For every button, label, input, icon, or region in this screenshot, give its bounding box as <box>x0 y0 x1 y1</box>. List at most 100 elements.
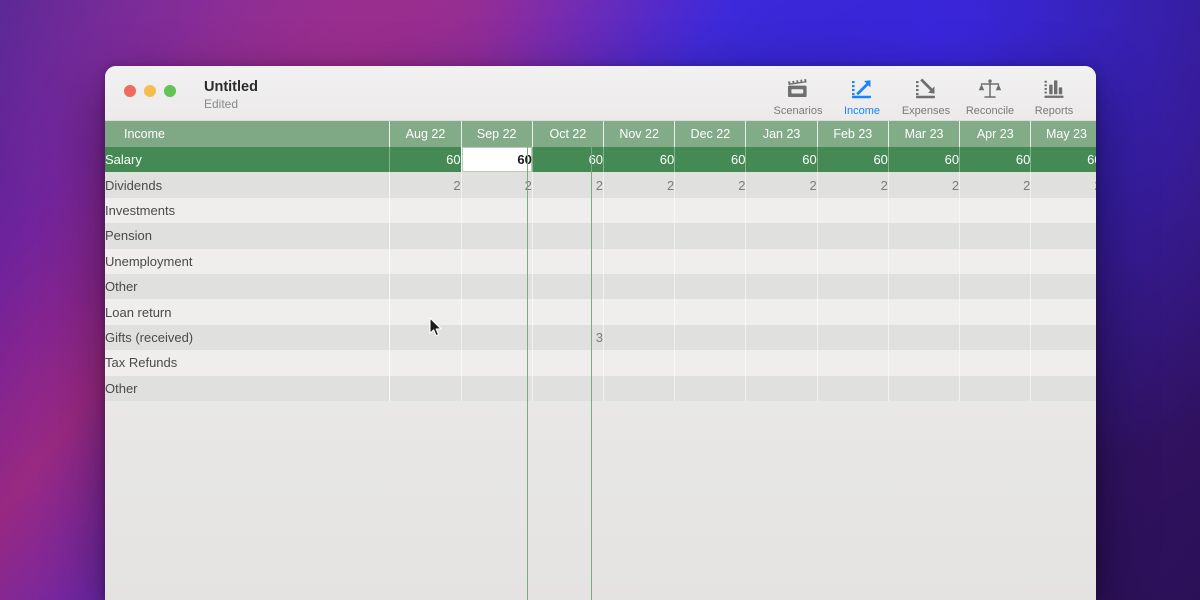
table-cell[interactable] <box>389 223 462 249</box>
row-label[interactable]: Pension <box>105 223 391 249</box>
column-header[interactable]: Oct 22 <box>532 121 605 147</box>
table-cell[interactable] <box>745 375 818 401</box>
toolbar-item-scenarios[interactable]: Scenarios <box>766 74 830 117</box>
row-label[interactable]: Other <box>105 273 391 300</box>
table-cell[interactable] <box>1030 248 1096 274</box>
table-row[interactable]: Loan return <box>105 299 1096 325</box>
table-cell[interactable] <box>389 324 462 351</box>
table-cell[interactable] <box>817 197 889 224</box>
table-cell[interactable]: 60 <box>817 147 889 173</box>
table-cell[interactable] <box>817 223 889 249</box>
table-cell[interactable] <box>745 223 818 249</box>
table-row[interactable]: Other <box>105 273 1096 300</box>
table-cell[interactable]: 2 <box>888 172 961 198</box>
table-cell[interactable] <box>1030 375 1096 401</box>
table-cell[interactable]: 2 <box>1030 172 1096 198</box>
column-header[interactable]: Aug 22 <box>389 121 462 147</box>
table-cell[interactable] <box>461 324 533 351</box>
table-cell[interactable] <box>461 299 533 325</box>
table-cell[interactable]: 60 <box>674 147 747 173</box>
table-row[interactable]: Pension <box>105 223 1096 249</box>
column-header[interactable]: Nov 22 <box>603 121 676 147</box>
table-cell[interactable] <box>959 273 1032 300</box>
table-cell[interactable] <box>817 248 889 274</box>
table-cell[interactable]: 2 <box>603 172 676 198</box>
table-cell[interactable] <box>389 350 462 376</box>
table-cell[interactable] <box>1030 197 1096 224</box>
table-cell[interactable] <box>389 273 462 300</box>
table-cell[interactable] <box>532 197 605 224</box>
table-cell[interactable] <box>603 197 676 224</box>
table-cell[interactable]: 60 <box>888 147 961 173</box>
table-cell[interactable] <box>603 248 676 274</box>
table-cell[interactable]: 2 <box>461 172 533 198</box>
table-cell[interactable]: 60 <box>532 147 605 173</box>
table-cell[interactable] <box>532 299 605 325</box>
table-cell[interactable] <box>603 324 676 351</box>
table-cell[interactable] <box>817 299 889 325</box>
table-cell[interactable] <box>959 248 1032 274</box>
table-cell[interactable] <box>745 324 818 351</box>
table-cell[interactable]: 2 <box>817 172 889 198</box>
table-cell[interactable] <box>888 324 961 351</box>
table-cell[interactable] <box>389 248 462 274</box>
table-cell[interactable] <box>817 324 889 351</box>
row-label[interactable]: Other <box>105 375 391 401</box>
table-cell[interactable] <box>389 197 462 224</box>
table-cell[interactable] <box>532 375 605 401</box>
row-label[interactable]: Gifts (received) <box>105 324 391 351</box>
table-cell[interactable] <box>389 375 462 401</box>
table-cell[interactable] <box>674 197 747 224</box>
table-row[interactable]: Unemployment <box>105 248 1096 274</box>
table-cell[interactable]: 3 <box>532 324 605 351</box>
selected-cell[interactable]: 60 <box>461 147 533 173</box>
table-cell[interactable] <box>1030 273 1096 300</box>
table-cell[interactable] <box>888 197 961 224</box>
table-row[interactable]: Dividends22222222222 <box>105 172 1096 198</box>
table-cell[interactable]: 2 <box>959 172 1032 198</box>
row-label[interactable]: Loan return <box>105 299 391 325</box>
column-header[interactable]: Mar 23 <box>888 121 961 147</box>
toolbar-item-reconcile[interactable]: Reconcile <box>958 74 1022 117</box>
table-cell[interactable] <box>1030 350 1096 376</box>
table-cell[interactable] <box>745 248 818 274</box>
table-cell[interactable]: 60 <box>745 147 818 173</box>
table-cell[interactable] <box>817 350 889 376</box>
table-cell[interactable] <box>674 350 747 376</box>
table-cell[interactable] <box>817 375 889 401</box>
table-cell[interactable] <box>532 350 605 376</box>
table-cell[interactable] <box>603 375 676 401</box>
column-header[interactable]: May 23 <box>1030 121 1096 147</box>
table-cell[interactable] <box>674 273 747 300</box>
table-cell[interactable] <box>461 350 533 376</box>
table-cell[interactable] <box>674 375 747 401</box>
table-cell[interactable] <box>532 273 605 300</box>
table-cell[interactable]: 60 <box>1030 147 1096 173</box>
table-cell[interactable] <box>674 248 747 274</box>
column-header[interactable]: Apr 23 <box>959 121 1032 147</box>
table-cell[interactable] <box>1030 223 1096 249</box>
table-cell[interactable] <box>888 299 961 325</box>
table-cell[interactable] <box>461 273 533 300</box>
table-cell[interactable]: 60 <box>389 147 462 173</box>
toolbar-item-expenses[interactable]: Expenses <box>894 74 958 117</box>
row-label[interactable]: Dividends <box>105 172 391 198</box>
table-row[interactable]: Investments <box>105 197 1096 224</box>
table-row[interactable]: Salary606060606060606060606060 <box>105 147 1096 173</box>
column-header[interactable]: Sep 22 <box>461 121 533 147</box>
table-cell[interactable] <box>461 223 533 249</box>
table-cell[interactable] <box>959 223 1032 249</box>
table-cell[interactable] <box>603 273 676 300</box>
table-cell[interactable] <box>461 248 533 274</box>
table-row[interactable]: Gifts (received) 3 <box>105 324 1096 351</box>
minimize-button[interactable] <box>144 85 156 97</box>
table-cell[interactable] <box>745 197 818 224</box>
maximize-button[interactable] <box>164 85 176 97</box>
table-cell[interactable]: 2 <box>745 172 818 198</box>
table-cell[interactable] <box>745 299 818 325</box>
table-cell[interactable]: 60 <box>959 147 1032 173</box>
table-cell[interactable] <box>532 223 605 249</box>
table-cell[interactable] <box>603 350 676 376</box>
income-spreadsheet[interactable]: Income Aug 22 Sep 22 Oct 22 Nov 22 Dec 22 Jan… <box>105 121 1096 600</box>
table-row[interactable]: Tax Refunds <box>105 350 1096 376</box>
